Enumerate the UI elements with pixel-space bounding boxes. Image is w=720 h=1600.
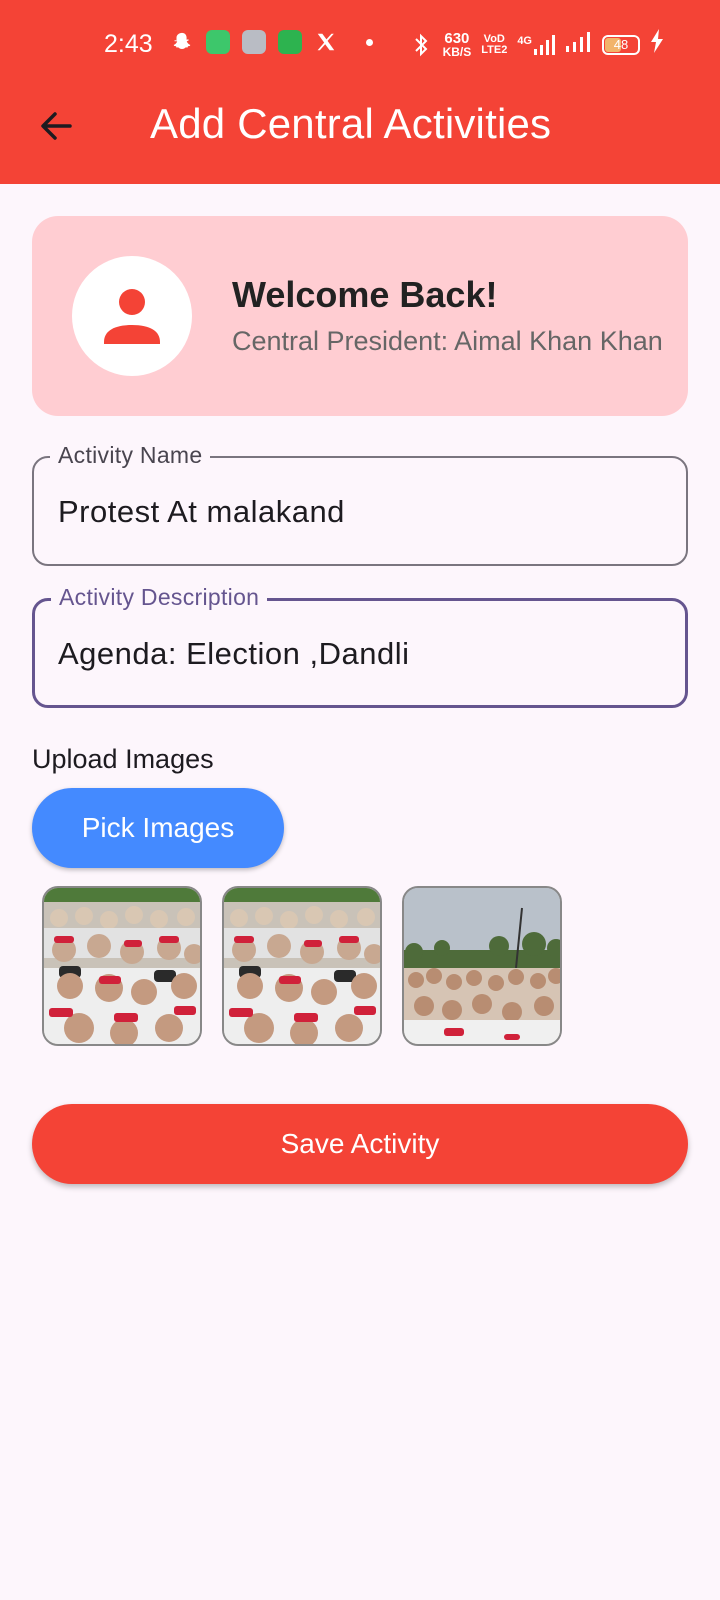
activity-description-label: Activity Description	[51, 584, 268, 611]
activity-name-label: Activity Name	[50, 442, 211, 469]
upload-images-label: Upload Images	[32, 744, 214, 774]
back-button[interactable]	[36, 106, 76, 146]
app-bar: 2:43 630 KB/S VoD LTE2 4G 48 Add Central…	[0, 0, 720, 184]
welcome-card: Welcome Back! Central President: Aimal K…	[32, 216, 688, 416]
store-app-icon	[278, 30, 302, 54]
status-time: 2:43	[104, 30, 153, 58]
network-speed-unit: KB/S	[442, 45, 472, 59]
system-icons: 630 KB/S VoD LTE2 4G 48	[409, 29, 664, 60]
activity-description-field[interactable]: Activity Description Agenda: Election ,D…	[32, 584, 688, 708]
network-speed-value: 630	[444, 30, 470, 47]
signal-icon	[566, 31, 592, 59]
welcome-title: Welcome Back!	[232, 274, 498, 315]
battery-saver-app-icon	[206, 30, 230, 54]
person-icon	[104, 289, 160, 344]
activity-name-value[interactable]: Protest At malakand	[58, 494, 345, 530]
snapchat-icon	[170, 30, 194, 54]
activity-description-value[interactable]: Agenda: Election ,Dandli	[58, 636, 410, 672]
volte-bottom: LTE2	[481, 43, 508, 56]
save-activity-button[interactable]: Save Activity	[32, 1104, 688, 1184]
avatar	[72, 256, 192, 376]
more-notifications-dot	[366, 38, 373, 46]
network-speed: 630 KB/S	[443, 31, 472, 58]
back-arrow-icon	[41, 112, 72, 140]
page-title: Add Central Activities	[150, 100, 552, 147]
settings-app-icon	[242, 30, 266, 54]
image-thumbnail[interactable]	[222, 886, 382, 1046]
signal-4g-icon: 4G	[517, 34, 556, 55]
notification-icons	[170, 30, 373, 54]
pick-images-button[interactable]: Pick Images	[32, 788, 284, 868]
network-type: 4G	[517, 34, 532, 47]
battery-level: 48	[613, 37, 629, 52]
bluetooth-icon	[409, 33, 433, 57]
x-icon	[314, 30, 338, 54]
volte-top: VoD	[483, 32, 505, 45]
status-bar: 2:43 630 KB/S VoD LTE2 4G 48	[0, 0, 720, 90]
image-thumbnail[interactable]	[42, 886, 202, 1046]
image-thumbnail[interactable]	[402, 886, 562, 1046]
volte-indicator: VoD LTE2	[481, 32, 508, 56]
activity-name-field[interactable]: Activity Name Protest At malakand	[32, 442, 688, 566]
battery-icon: 48	[602, 34, 640, 55]
charging-icon	[650, 29, 664, 60]
welcome-subtitle: Central President: Aimal Khan Khan	[232, 326, 663, 356]
